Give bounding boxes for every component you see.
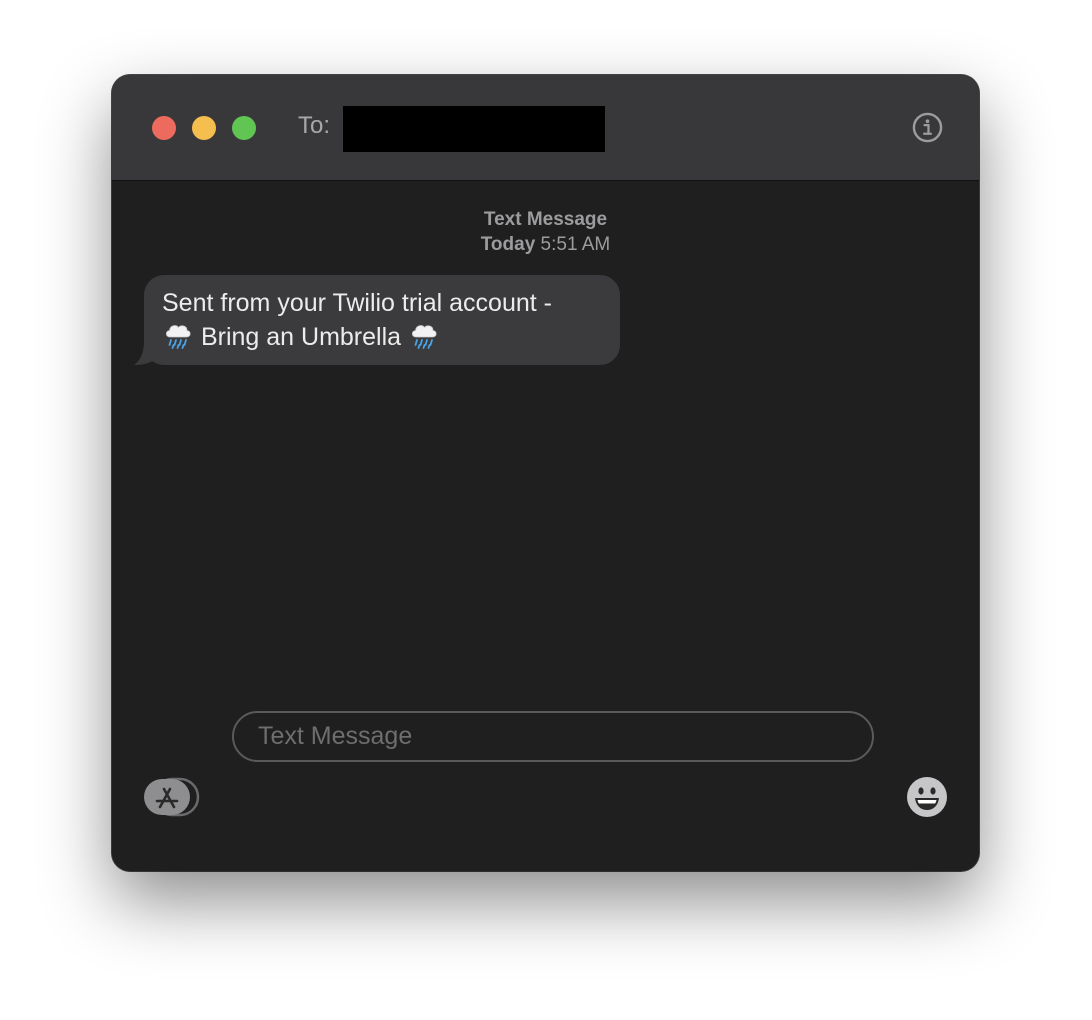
message-input[interactable] (232, 711, 874, 762)
timestamp: Today 5:51 AM (112, 232, 979, 257)
to-label: To: (298, 112, 331, 139)
info-icon[interactable] (912, 112, 943, 143)
conversation-header: Text Message Today 5:51 AM (112, 207, 979, 257)
cloud-with-rain-icon (165, 325, 191, 349)
incoming-message-bubble[interactable]: Sent from your Twilio trial account - Br… (134, 275, 620, 365)
composer-bar (112, 761, 979, 871)
message-line-2: Bring an Umbrella (162, 319, 596, 353)
close-button[interactable] (152, 116, 176, 140)
app-store-icon[interactable] (144, 777, 200, 817)
minimize-button[interactable] (192, 116, 216, 140)
emoji-picker-icon[interactable] (907, 777, 947, 817)
cloud-with-rain-icon (411, 325, 437, 349)
message-text: Bring an Umbrella (200, 323, 402, 351)
timestamp-time: 5:51 AM (540, 234, 611, 255)
message-line-1: Sent from your Twilio trial account - (162, 289, 552, 317)
service-label: Text Message (483, 209, 608, 230)
title-bar: To: (112, 75, 979, 181)
maximize-button[interactable] (232, 116, 256, 140)
recipient-field-redacted[interactable] (343, 106, 605, 152)
bubble-tail (134, 341, 158, 365)
message-row: Sent from your Twilio trial account - Br… (134, 275, 620, 365)
timestamp-day: Today (480, 234, 536, 255)
